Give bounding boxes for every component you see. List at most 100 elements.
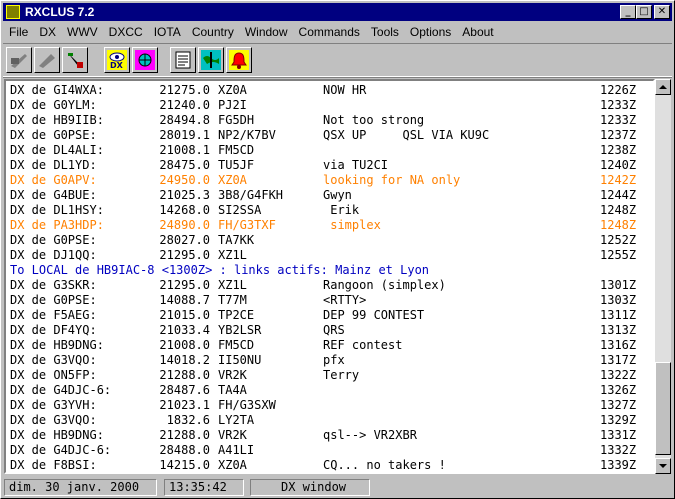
spot-frequency: 21295.0: [159, 248, 210, 262]
spot-row[interactable]: DX de G0YLM: 21240.0 PJ2I 1233Z: [10, 98, 636, 113]
spot-row[interactable]: DX de G3VQO: 14018.2 II50NU pfx 1317Z: [10, 353, 636, 368]
dx-callsign: VR2K: [218, 428, 247, 442]
spot-frequency: 21275.0: [159, 83, 210, 97]
find-dx-button[interactable]: [132, 47, 158, 73]
menu-about[interactable]: About: [456, 23, 498, 39]
menu-country[interactable]: Country: [186, 23, 239, 39]
map-button[interactable]: [198, 47, 224, 73]
edit-pen-icon: [68, 53, 83, 68]
spot-frequency: 14018.2: [159, 353, 210, 367]
spot-row[interactable]: DX de G4DJC-6: 28488.0 A41LI 1332Z: [10, 443, 636, 458]
spot-row[interactable]: DX de DF4YQ: 21033.4 YB2LSR QRS 1313Z: [10, 323, 636, 338]
spot-frequency: 28019.1: [159, 128, 210, 142]
menu-dx[interactable]: DX: [33, 23, 61, 39]
dx-callsign: XZ1L: [218, 248, 247, 262]
spot-row[interactable]: DX de DL1HSY: 14268.0 SI2SSA Erik 1248Z: [10, 203, 636, 218]
spot-time: 1233Z: [600, 98, 637, 112]
spot-frequency: 28487.6: [159, 383, 210, 397]
spot-time: 1317Z: [600, 353, 637, 367]
edit-button[interactable]: [62, 47, 88, 73]
spot-row[interactable]: DX de G0PSE: 28027.0 TA7KK 1252Z: [10, 233, 636, 248]
spot-row[interactable]: DX de HB9IIB: 28494.8 FG5DH Not too strong 1…: [10, 113, 636, 128]
status-date: dim. 30 janv. 2000: [4, 479, 157, 496]
spot-time: 1316Z: [600, 338, 637, 352]
spot-row[interactable]: DX de DL4ALI: 21008.1 FM5CD 1238Z: [10, 143, 636, 158]
spot-comment: QSX UP QSL VIA KU9C: [323, 128, 490, 142]
spot-time: 1326Z: [600, 383, 637, 397]
spotter-call: DX de DL1YD:: [10, 158, 97, 172]
menu-dxcc[interactable]: DXCC: [103, 23, 148, 39]
spot-row[interactable]: DX de HB9DNG: 21008.0 FM5CD REF contest 1316…: [10, 338, 636, 353]
close-button[interactable]: ✕: [654, 5, 670, 19]
spot-comment: looking for NA only: [323, 173, 461, 187]
spotter-call: DX de GI4WXA:: [10, 83, 104, 97]
menu-file[interactable]: File: [3, 23, 33, 39]
spotter-call: DX de G4DJC-6:: [10, 443, 112, 457]
spot-row[interactable]: DX de DL1YD: 28475.0 TU5JF via TU2CI 1240Z: [10, 158, 636, 173]
scroll-thumb[interactable]: [655, 362, 671, 455]
spot-comment: QRS: [323, 323, 345, 337]
spot-row[interactable]: DX de G4DJC-6: 28487.6 TA4A 1326Z: [10, 383, 636, 398]
spotter-call: DX de F5AEG:: [10, 308, 97, 322]
scroll-up-button[interactable]: [655, 79, 671, 95]
spot-row[interactable]: DX de G3YVH: 21023.1 FH/G3SXW 1327Z: [10, 398, 636, 413]
spot-frequency: 21025.3: [159, 188, 210, 202]
dx-spot-list[interactable]: DX de GI4WXA: 21275.0 XZ0A NOW HR 1226Z DX de…: [4, 79, 655, 474]
spot-comment: CQ... no takers !: [323, 458, 446, 472]
spot-row[interactable]: DX de DJ1QQ: 21295.0 XZ1L 1255Z: [10, 248, 636, 263]
spot-row[interactable]: DX de G0PSE: 14088.7 T77M <RTTY> 1303Z: [10, 293, 636, 308]
title-bar[interactable]: RXCLUS 7.2 _ □ ✕: [3, 3, 672, 21]
dx-callsign: VR2K: [218, 368, 247, 382]
spot-comment: via TU2CI: [323, 158, 389, 172]
dx-callsign: TA4A: [218, 383, 247, 397]
notepad-button[interactable]: [170, 47, 196, 73]
spot-time: 1242Z: [600, 173, 637, 187]
toolbar: DX: [3, 43, 672, 77]
spot-row[interactable]: DX de G0APV: 24950.0 XZ0A looking for NA on…: [10, 173, 636, 188]
dx-callsign: TA7KK: [218, 233, 255, 247]
maximize-button[interactable]: □: [636, 5, 652, 19]
spot-row[interactable]: DX de G4BUE: 21025.3 3B8/G4FKH Gwyn 1244Z: [10, 188, 636, 203]
spot-frequency: 21015.0: [159, 308, 210, 322]
spot-time: 1311Z: [600, 308, 637, 322]
map-icon: [201, 50, 221, 70]
dx-callsign: PJ2I: [218, 98, 247, 112]
spot-row[interactable]: DX de ON5FP: 21288.0 VR2K Terry 1322Z: [10, 368, 636, 383]
spot-row[interactable]: DX de GI4WXA: 21275.0 XZ0A NOW HR 1226Z: [10, 83, 636, 98]
spotter-call: DX de G3VQO:: [10, 353, 97, 367]
dx-spot-icon: DX: [107, 50, 127, 70]
spot-row[interactable]: DX de F5AEG: 21015.0 TP2CE DEP 99 CONTEST 13…: [10, 308, 636, 323]
scroll-down-button[interactable]: [655, 458, 671, 474]
spot-row[interactable]: DX de G3VQO: 1832.6 LY2TA 1329Z: [10, 413, 636, 428]
menu-wwv[interactable]: WWV: [61, 23, 103, 39]
cut-button[interactable]: [6, 47, 32, 73]
minimize-button[interactable]: _: [620, 5, 636, 19]
spotter-call: DX de PA3HDP:: [10, 218, 104, 232]
menu-iota[interactable]: IOTA: [148, 23, 186, 39]
spotter-call: DX de DL1HSY:: [10, 203, 104, 217]
spotter-call: DX de G4DJC-6:: [10, 383, 112, 397]
menu-options[interactable]: Options: [404, 23, 456, 39]
spot-frequency: 21288.0: [159, 368, 210, 382]
menu-commands[interactable]: Commands: [293, 23, 365, 39]
copy-button[interactable]: [34, 47, 60, 73]
dx-spot-button[interactable]: DX: [104, 47, 130, 73]
dx-callsign: XZ0A: [218, 458, 247, 472]
menu-window[interactable]: Window: [239, 23, 293, 39]
app-icon[interactable]: [6, 5, 20, 19]
spotter-call: DX de HB9IIB:: [10, 113, 104, 127]
spot-row[interactable]: DX de G3SKR: 21295.0 XZ1L Rangoon (simplex)…: [10, 278, 636, 293]
alarm-button[interactable]: [226, 47, 252, 73]
spot-row[interactable]: DX de HB9DNG: 21288.0 VR2K qsl--> VR2XBR 133…: [10, 428, 636, 443]
spot-row[interactable]: DX de G0PSE: 28019.1 NP2/K7BV QSX UP QSL VI…: [10, 128, 636, 143]
spot-row[interactable]: DX de F8BSI: 14215.0 XZ0A CQ... no takers !…: [10, 458, 636, 472]
vertical-scrollbar[interactable]: [655, 79, 671, 474]
spotter-call: DX de F8BSI:: [10, 458, 97, 472]
dx-callsign: XZ0A: [218, 173, 247, 187]
spot-row[interactable]: DX de PA3HDP: 24890.0 FH/G3TXF simplex 1248…: [10, 218, 636, 233]
spot-comment: Terry: [323, 368, 360, 382]
spot-frequency: 28475.0: [159, 158, 210, 172]
dx-callsign: 3B8/G4FKH: [218, 188, 284, 202]
menu-tools[interactable]: Tools: [365, 23, 404, 39]
spot-comment: qsl--> VR2XBR: [323, 428, 417, 442]
